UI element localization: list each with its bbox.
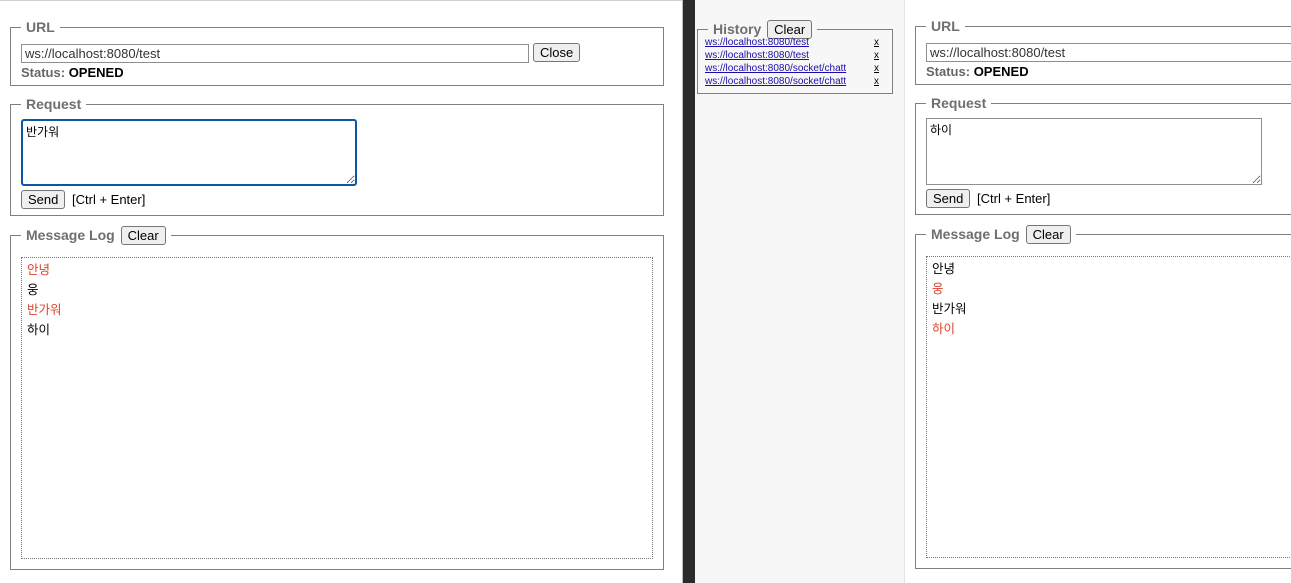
request-textarea[interactable]: 반가워 (21, 119, 357, 186)
history-item: ws://localhost:8080/socket/chatt x (705, 62, 885, 75)
history-item: ws://localhost:8080/test x (705, 36, 885, 49)
connection-status: Status: OPENED (21, 65, 124, 80)
url-input[interactable] (926, 43, 1291, 62)
history-link[interactable]: ws://localhost:8080/socket/chatt (705, 76, 846, 87)
log-message: 안녕 (932, 261, 956, 276)
status-value: OPENED (68, 65, 124, 80)
history-title: History (713, 21, 762, 37)
history-link[interactable]: ws://localhost:8080/test (705, 37, 809, 48)
send-button[interactable]: Send (926, 189, 971, 208)
history-item: ws://localhost:8080/test x (705, 49, 885, 62)
history-remove[interactable]: x (874, 36, 879, 49)
message-log-title: Message Log (931, 226, 1020, 242)
send-row: Send [Ctrl + Enter] (21, 190, 145, 209)
request-legend: Request (26, 96, 82, 112)
history-link[interactable]: ws://localhost:8080/socket/chatt (705, 63, 846, 74)
message-log-legend: Message Log Clear (21, 226, 171, 245)
message-log: 안녕 웅 반가워 하이 (21, 257, 653, 559)
url-legend: URL (26, 19, 55, 35)
url-legend: URL (931, 18, 960, 34)
connection-status: Status: OPENED (926, 64, 1029, 79)
history-remove[interactable]: x (874, 49, 879, 62)
send-row: Send [Ctrl + Enter] (926, 189, 1050, 208)
send-button[interactable]: Send (21, 190, 66, 209)
status-value: OPENED (973, 64, 1029, 79)
send-shortcut-hint: [Ctrl + Enter] (977, 191, 1051, 206)
message-log-title: Message Log (26, 227, 115, 243)
log-message: 하이 (932, 321, 956, 336)
message-log: 안녕 웅 반가워 하이 (926, 256, 1291, 558)
log-clear-button[interactable]: Clear (120, 226, 166, 245)
log-message: 웅 (932, 281, 944, 296)
history-list: ws://localhost:8080/test x ws://localhos… (705, 36, 885, 88)
log-message: 반가워 (27, 302, 62, 317)
window-divider (683, 0, 695, 583)
message-log-legend: Message Log Clear (926, 225, 1076, 244)
log-clear-button[interactable]: Clear (1025, 225, 1071, 244)
status-label: Status: (21, 65, 66, 80)
history-remove[interactable]: x (874, 75, 879, 88)
url-input[interactable] (21, 44, 529, 63)
left-client-pane: URL Close Status: OPENED Request 반가워 Sen… (0, 0, 683, 583)
send-shortcut-hint: [Ctrl + Enter] (72, 192, 146, 207)
history-pane: History Clear ws://localhost:8080/test x… (695, 0, 905, 583)
log-message: 웅 (27, 282, 39, 297)
log-message: 안녕 (27, 262, 51, 277)
history-link[interactable]: ws://localhost:8080/test (705, 50, 809, 61)
history-remove[interactable]: x (874, 62, 879, 75)
right-client-pane: URL Status: OPENED Request 하이 Send [Ctrl… (905, 0, 1291, 583)
close-button[interactable]: Close (533, 43, 581, 62)
history-item: ws://localhost:8080/socket/chatt x (705, 75, 885, 88)
request-textarea[interactable]: 하이 (926, 118, 1262, 185)
log-message: 하이 (27, 322, 51, 337)
log-message: 반가워 (932, 301, 967, 316)
request-legend: Request (931, 95, 987, 111)
status-label: Status: (926, 64, 971, 79)
